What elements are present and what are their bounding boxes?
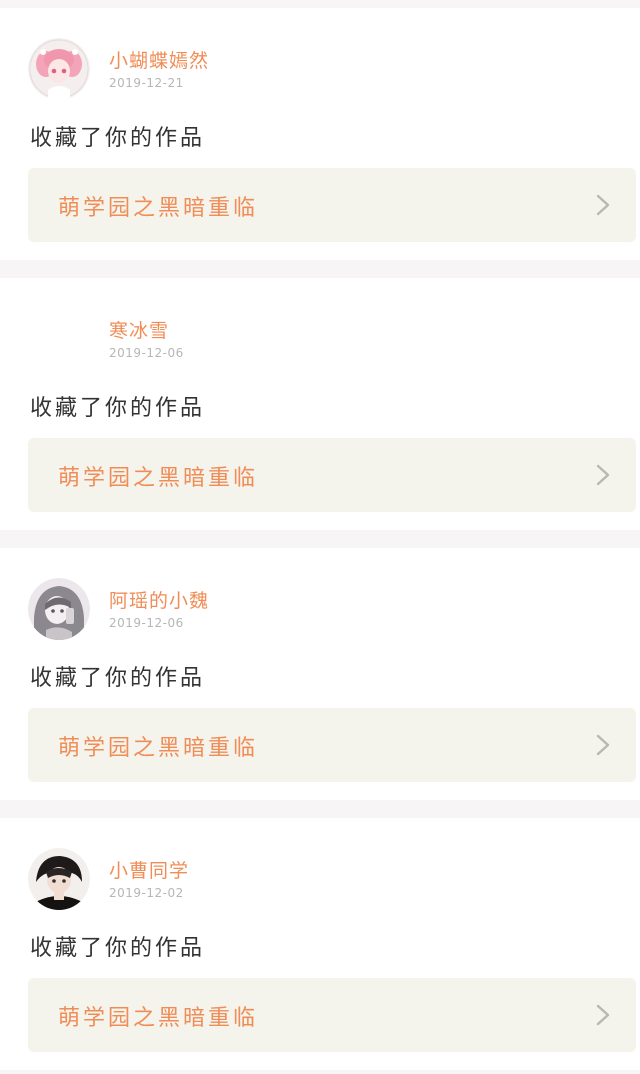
activity-card: 小曹同学 2019-12-02 收藏了你的作品 萌学园之黑暗重临: [0, 818, 640, 1070]
username[interactable]: 阿瑶的小魏: [109, 586, 209, 613]
activity-card: 寒冰雪 2019-12-06 收藏了你的作品 萌学园之黑暗重临: [0, 278, 640, 530]
action-text: 收藏了你的作品: [30, 396, 206, 421]
work-link[interactable]: 萌学园之黑暗重临: [28, 708, 636, 782]
chevron-right-icon: [596, 734, 610, 756]
action-text: 收藏了你的作品: [30, 666, 206, 691]
timestamp: 2019-12-06: [109, 616, 184, 630]
chevron-right-icon: [596, 1004, 610, 1026]
work-title: 萌学园之黑暗重临: [58, 466, 259, 491]
username[interactable]: 小蝴蝶嫣然: [109, 46, 209, 73]
work-title: 萌学园之黑暗重临: [58, 736, 259, 761]
activity-card: 小蝴蝶嫣然 2019-12-21 收藏了你的作品 萌学园之黑暗重临: [0, 8, 640, 260]
chevron-right-icon: [596, 464, 610, 486]
pink-anime-girl-avatar-icon[interactable]: [28, 38, 90, 100]
action-text: 收藏了你的作品: [30, 126, 206, 151]
activity-card: 阿瑶的小魏 2019-12-06 收藏了你的作品 萌学园之黑暗重临: [0, 548, 640, 800]
timestamp: 2019-12-02: [109, 886, 184, 900]
grey-anime-girl-avatar-icon[interactable]: [28, 578, 90, 640]
action-text: 收藏了你的作品: [30, 936, 206, 961]
blank-avatar-icon[interactable]: [28, 308, 90, 370]
dark-anime-boy-avatar-icon[interactable]: [28, 848, 90, 910]
work-link[interactable]: 萌学园之黑暗重临: [28, 438, 636, 512]
chevron-right-icon: [596, 194, 610, 216]
work-title: 萌学园之黑暗重临: [58, 1006, 259, 1031]
username[interactable]: 寒冰雪: [109, 316, 169, 343]
username[interactable]: 小曹同学: [109, 856, 189, 883]
timestamp: 2019-12-21: [109, 76, 184, 90]
work-link[interactable]: 萌学园之黑暗重临: [28, 168, 636, 242]
timestamp: 2019-12-06: [109, 346, 184, 360]
work-title: 萌学园之黑暗重临: [58, 196, 259, 221]
work-link[interactable]: 萌学园之黑暗重临: [28, 978, 636, 1052]
